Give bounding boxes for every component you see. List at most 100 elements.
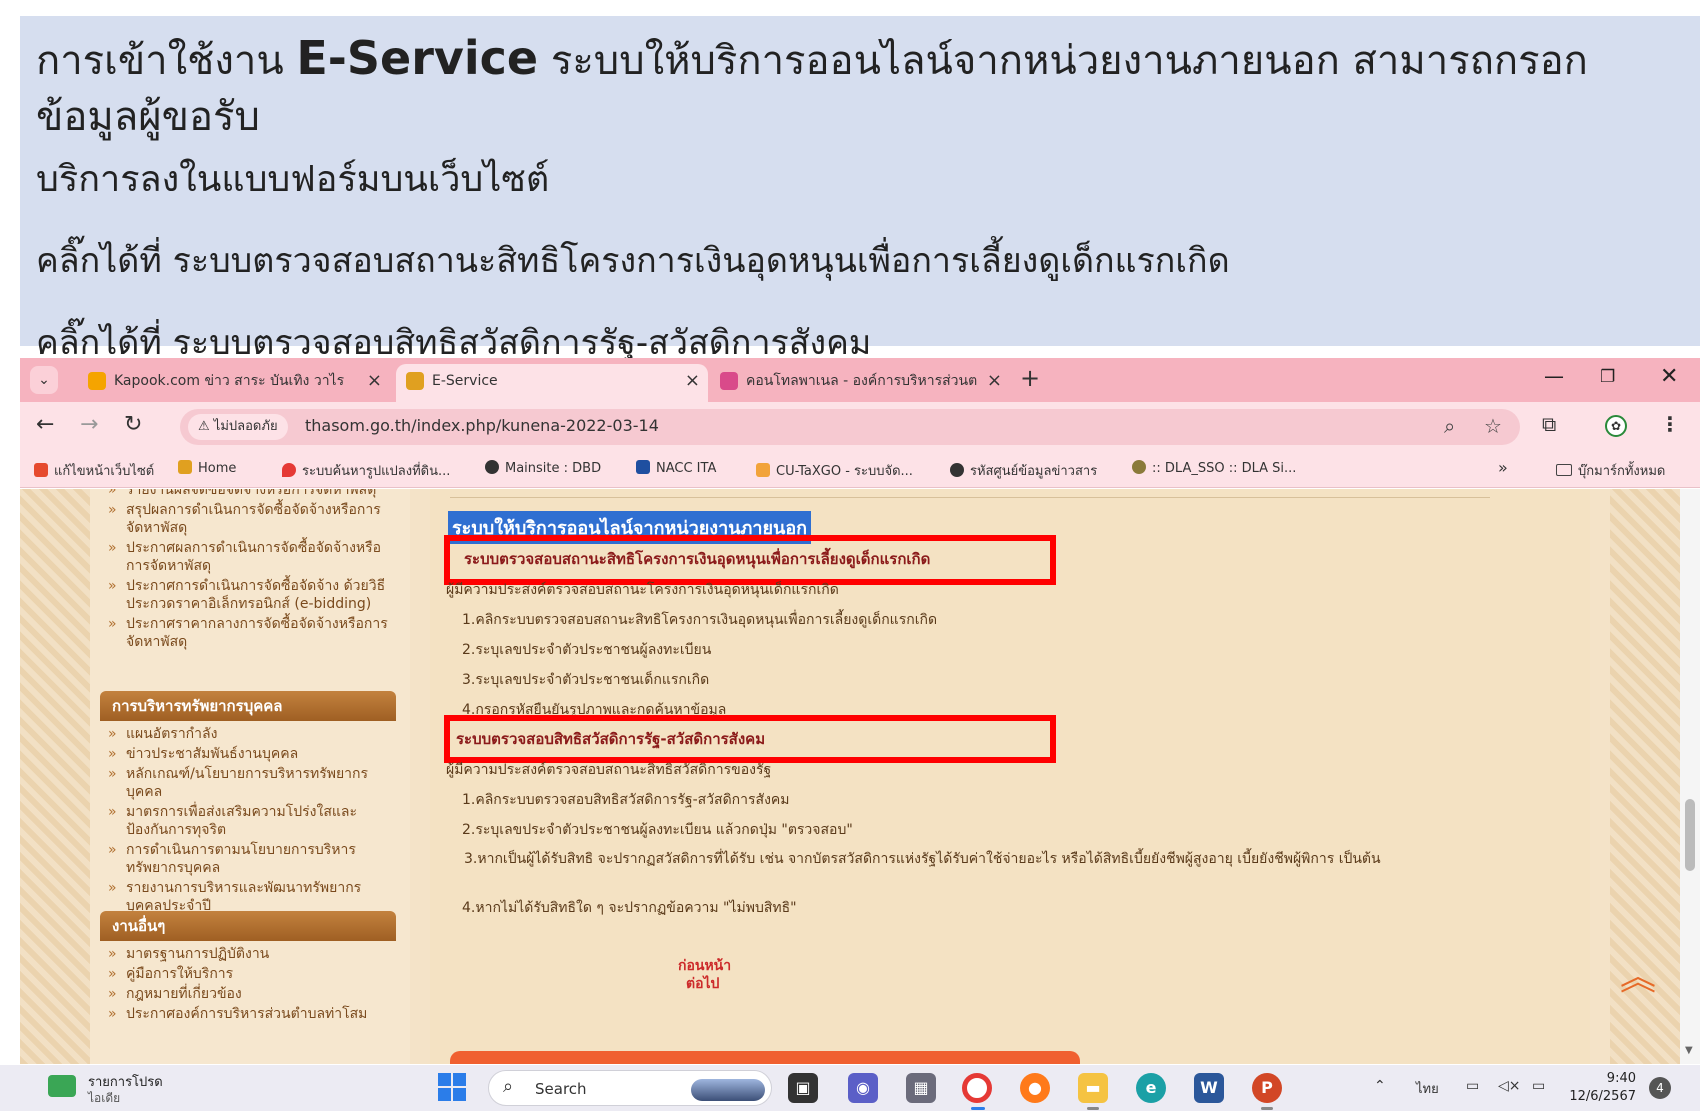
notification-badge[interactable]: 4: [1649, 1077, 1671, 1099]
map-pin-icon: [282, 463, 296, 477]
windows-start-icon[interactable]: [438, 1073, 468, 1103]
bookmark-item[interactable]: รหัสศูนย์ข้อมูลข่าวสาร: [950, 460, 1097, 481]
bookmark-item[interactable]: NACC ITA: [636, 460, 716, 476]
page-left-pattern: [20, 489, 90, 1064]
address-bar-row: ← → ↻ ⚠ ไม่ปลอดภัย thasom.go.th/index.ph…: [20, 402, 1700, 452]
procurement-list: รายงานผลจัดซื้อจัดจ้างหรือการจัดหาพัสดุ …: [106, 489, 396, 653]
tab-kapook[interactable]: Kapook.com ข่าว สาระ บันเทิง วาไร ×: [78, 364, 390, 402]
calculator-icon[interactable]: ▦: [906, 1073, 936, 1103]
more-menu-icon[interactable]: ⋮: [1660, 412, 1680, 436]
sidebar-link[interactable]: มาตรฐานการปฏิบัติงาน: [106, 945, 396, 963]
language-indicator[interactable]: ไทย: [1416, 1078, 1439, 1099]
volume-muted-icon[interactable]: ◁×: [1498, 1078, 1521, 1094]
tray-chevron-up-icon[interactable]: ⌃: [1374, 1078, 1386, 1094]
other-list: มาตรฐานการปฏิบัติงาน คู่มือการให้บริการ …: [106, 945, 396, 1025]
omnibox[interactable]: ⚠ ไม่ปลอดภัย thasom.go.th/index.php/kune…: [180, 409, 1520, 445]
bookmark-item[interactable]: Home: [178, 460, 236, 476]
reload-icon[interactable]: ↻: [124, 412, 142, 437]
bookmark-star-icon[interactable]: ☆: [1484, 414, 1502, 438]
sidebar-link[interactable]: สรุปผลการดำเนินการจัดซื้อจัดจ้างหรือการจ…: [106, 501, 396, 537]
next-link[interactable]: ต่อไป: [686, 973, 719, 995]
firefox-icon[interactable]: ●: [1020, 1073, 1050, 1103]
system-clock[interactable]: 9:40 12/6/2567: [1556, 1070, 1636, 1106]
close-window-icon[interactable]: ✕: [1660, 364, 1678, 389]
sidebar-link[interactable]: ประกาศราคากลางการจัดซื้อจัดจ้างหรือการจั…: [106, 615, 396, 651]
teams-icon[interactable]: ◉: [848, 1073, 878, 1103]
other-section-header: งานอื่นๆ: [100, 911, 396, 941]
sidebar-link[interactable]: คู่มือการให้บริการ: [106, 965, 396, 983]
sec2-step: 4.หากไม่ได้รับสิทธิใด ๆ จะปรากฏข้อความ "…: [462, 900, 797, 916]
app-indicator: [1087, 1107, 1099, 1110]
network-icon[interactable]: ▭: [1466, 1078, 1479, 1094]
forward-arrow-icon[interactable]: →: [80, 412, 98, 437]
sidebar-link[interactable]: ประกาศองค์การบริหารส่วนตำบลท่าโสม: [106, 1005, 396, 1023]
sidebar-link[interactable]: กฎหมายที่เกี่ยวข้อง: [106, 985, 396, 1003]
not-secure-chip[interactable]: ⚠ ไม่ปลอดภัย: [188, 414, 288, 440]
zoom-icon[interactable]: ⌕: [1444, 414, 1455, 438]
sec2-step: 2.ระบุเลขประจำตัวประชาชนผู้ลงทะเบียน แล้…: [462, 822, 853, 838]
main-content: ระบบให้บริการออนไลน์จากหน่วยงานภายนอก ระ…: [430, 489, 1590, 1064]
powerpoint-icon[interactable]: P: [1252, 1073, 1282, 1103]
scroll-down-arrow-icon[interactable]: ▼: [1685, 1045, 1693, 1056]
taskbar: รายการโปรด ไอเดีย ⌕ Search ▣ ◉ ▦ ● ▬ e W…: [0, 1065, 1700, 1111]
word-icon[interactable]: W: [1194, 1073, 1224, 1103]
sidebar-link[interactable]: ประกาศผลการดำเนินการจัดซื้อจัดจ้างหรือกา…: [106, 539, 396, 575]
bookmark-item[interactable]: CU-TaXGO - ระบบจัด...: [756, 460, 913, 481]
tab-strip: ⌄ Kapook.com ข่าว สาระ บันเทิง วาไร × E-…: [20, 358, 1700, 402]
bookmark-item[interactable]: :: DLA_SSO :: DLA Si...: [1132, 460, 1296, 476]
sidebar-link[interactable]: แผนอัตรากำลัง: [106, 725, 396, 743]
kapook-favicon-icon: [88, 372, 106, 390]
scrollbar-thumb[interactable]: [1685, 799, 1695, 871]
file-explorer-icon[interactable]: ▬: [1078, 1073, 1108, 1103]
extensions-icon[interactable]: ⧉: [1542, 412, 1556, 436]
task-view-icon[interactable]: ▣: [788, 1073, 818, 1103]
sidebar-link[interactable]: รายงานผลจัดซื้อจัดจ้างหรือการจัดหาพัสดุ: [106, 489, 396, 499]
app-indicator: [1261, 1107, 1273, 1110]
chrome-icon[interactable]: [962, 1073, 992, 1103]
tab-control-panel[interactable]: คอนโทลพาเนล - องค์การบริหารส่วนต ×: [710, 364, 1010, 402]
new-tab-plus-icon[interactable]: +: [1020, 364, 1040, 392]
page-scrollbar[interactable]: ▼: [1680, 489, 1700, 1064]
sec1-step: 1.คลิกระบบตรวจสอบสถานะสิทธิโครงการเงินอุ…: [462, 612, 938, 628]
minimize-icon[interactable]: —: [1544, 364, 1564, 388]
edge-icon[interactable]: e: [1136, 1073, 1166, 1103]
joomla-icon: [34, 463, 48, 477]
sec1-step: 3.ระบุเลขประจำตัวประชาชนเด็กแรกเกิด: [462, 672, 710, 688]
tab-title: Kapook.com ข่าว สาระ บันเทิง วาไร: [114, 373, 345, 389]
folder-icon: [1556, 464, 1572, 476]
bookmarks-bar: แก้ไขหน้าเว็บไซต์ Home ระบบค้นหารูปแปลงท…: [20, 452, 1700, 488]
profile-avatar-icon[interactable]: ✿: [1605, 415, 1627, 437]
sidebar-link[interactable]: ข่าวประชาสัมพันธ์งานบุคคล: [106, 745, 396, 763]
sec1-description: ผู้มีความประสงค์ตรวจสอบสถานะโครงการเงินอ…: [446, 582, 839, 598]
url-text[interactable]: thasom.go.th/index.php/kunena-2022-03-14: [305, 416, 659, 435]
bookmark-item[interactable]: แก้ไขหน้าเว็บไซต์: [34, 460, 154, 481]
bookmark-item[interactable]: ระบบค้นหารูปแปลงที่ดิน...: [282, 460, 450, 481]
taskbar-search[interactable]: ⌕ Search: [488, 1070, 772, 1106]
sidebar-link[interactable]: ประกาศการดำเนินการจัดซื้อจัดจ้าง ด้วยวิธ…: [106, 577, 396, 613]
tab-search-chevron-icon[interactable]: ⌄: [30, 366, 58, 394]
restore-icon[interactable]: ❐: [1600, 367, 1615, 387]
caption-line-3: คลิ๊กได้ที่ ระบบตรวจสอบสถานะสิทธิโครงการ…: [36, 241, 1230, 281]
close-tab-icon[interactable]: ×: [367, 364, 382, 398]
sidebar-link[interactable]: การดำเนินการตามนโยบายการบริหารทรัพยากรบุ…: [106, 841, 396, 877]
welfare-check-link[interactable]: ระบบตรวจสอบสิทธิสวัสดิการรัฐ-สวัสดิการสั…: [456, 727, 765, 751]
more-bookmarks-chevron-icon[interactable]: »: [1498, 458, 1508, 477]
caption-line-2: บริการลงในแบบฟอร์มบนเว็บไซต์: [36, 159, 550, 200]
back-arrow-icon[interactable]: ←: [36, 412, 54, 437]
battery-icon[interactable]: ▭: [1532, 1078, 1545, 1094]
all-bookmarks[interactable]: บุ๊กมาร์กทั้งหมด: [1556, 460, 1665, 481]
ita-icon: [636, 460, 650, 474]
tab-eservice[interactable]: E-Service ×: [396, 364, 708, 402]
widget-icon: [48, 1075, 76, 1097]
tab-title: E-Service: [432, 373, 498, 389]
sec2-step: 3.หากเป็นผู้ได้รับสิทธิ จะปรากฏสวัสดิการ…: [464, 851, 1381, 867]
sidebar-link[interactable]: รายงานการบริหารและพัฒนาทรัพยากรบุคคลประจ…: [106, 879, 396, 915]
scroll-to-top-icon[interactable]: ︽: [1620, 960, 1656, 996]
close-tab-icon[interactable]: ×: [685, 364, 700, 398]
sidebar-link[interactable]: มาตรการเพื่อส่งเสริมความโปร่งใสและป้องกั…: [106, 803, 396, 839]
sidebar-link[interactable]: หลักเกณฑ์/นโยบายการบริหารทรัพยากรบุคคล: [106, 765, 396, 801]
bookmark-item[interactable]: Mainsite : DBD: [485, 460, 601, 476]
hr-section-header: การบริหารทรัพยากรบุคคล: [100, 691, 396, 721]
newborn-check-link[interactable]: ระบบตรวจสอบสถานะสิทธิโครงการเงินอุดหนุนเ…: [464, 547, 930, 571]
close-tab-icon[interactable]: ×: [987, 364, 1002, 398]
